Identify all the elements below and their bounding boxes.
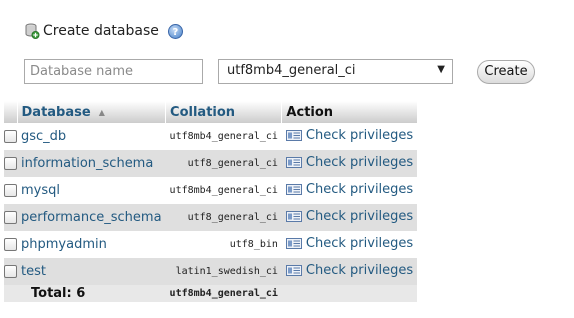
privileges-icon — [285, 238, 302, 249]
table-footer-row: Total: 6 utf8mb4_general_ci — [4, 285, 418, 302]
action-header-label: Action — [286, 104, 334, 120]
collation-header-label[interactable]: Collation — [170, 105, 235, 120]
check-privileges-label[interactable]: Check privileges — [306, 209, 413, 224]
check-privileges-link[interactable]: Check privileges — [285, 182, 413, 197]
collation-value: utf8mb4_general_ci — [165, 123, 282, 150]
table-row: information_schema utf8_general_ci Check… — [4, 150, 418, 177]
row-checkbox[interactable] — [4, 184, 17, 197]
create-database-title: Create database — [43, 23, 159, 39]
check-privileges-label[interactable]: Check privileges — [306, 263, 413, 278]
privileges-icon — [285, 184, 302, 195]
help-icon[interactable]: ? — [167, 23, 183, 39]
database-name-link[interactable]: mysql — [21, 183, 60, 198]
check-privileges-label[interactable]: Check privileges — [306, 128, 413, 143]
check-privileges-label[interactable]: Check privileges — [306, 236, 413, 251]
check-privileges-label[interactable]: Check privileges — [306, 182, 413, 197]
create-database-page: Create database ? utf8mb4_general_ci ▼ C… — [0, 0, 574, 318]
collation-value: utf8_general_ci — [165, 150, 282, 177]
database-name-link[interactable]: test — [21, 264, 46, 279]
row-checkbox[interactable] — [4, 130, 17, 143]
privileges-icon — [285, 211, 302, 222]
privileges-icon — [285, 265, 302, 276]
total-count: Total: 6 — [31, 286, 86, 301]
table-row: test latin1_swedish_ci Check privileges — [4, 258, 418, 285]
table-row: mysql utf8mb4_general_ci Check privilege… — [4, 177, 418, 204]
database-header-label[interactable]: Database — [22, 105, 91, 120]
privileges-icon — [285, 157, 302, 168]
default-collation: utf8mb4_general_ci — [165, 285, 282, 302]
row-checkbox[interactable] — [4, 211, 17, 224]
check-privileges-label[interactable]: Check privileges — [306, 155, 413, 170]
check-privileges-link[interactable]: Check privileges — [285, 236, 413, 251]
databases-table: Database ▲ Collation Action gsc_db utf8mb… — [4, 101, 418, 302]
sort-ascending-icon: ▲ — [98, 107, 105, 117]
collation-value: latin1_swedish_ci — [165, 258, 282, 285]
privileges-icon — [285, 130, 302, 141]
collation-select-value: utf8mb4_general_ci — [227, 63, 356, 78]
collation-column-header[interactable]: Collation — [165, 101, 283, 123]
create-database-header: Create database ? — [24, 21, 183, 41]
collation-value: utf8mb4_general_ci — [165, 177, 282, 204]
check-privileges-link[interactable]: Check privileges — [285, 155, 413, 170]
check-privileges-link[interactable]: Check privileges — [285, 263, 413, 278]
check-privileges-link[interactable]: Check privileges — [285, 128, 413, 143]
database-column-header[interactable]: Database ▲ — [17, 101, 167, 123]
row-checkbox[interactable] — [4, 265, 17, 278]
database-name-link[interactable]: gsc_db — [21, 129, 66, 144]
database-add-icon — [24, 22, 40, 40]
action-column-header: Action — [281, 101, 418, 123]
table-row: gsc_db utf8mb4_general_ci Check privileg… — [4, 123, 418, 150]
database-name-link[interactable]: performance_schema — [21, 210, 162, 225]
table-row: performance_schema utf8_general_ci Check… — [4, 204, 418, 231]
table-row: phpmyadmin utf8_bin Check privileges — [4, 231, 418, 258]
collation-value: utf8_bin — [165, 231, 282, 258]
database-name-link[interactable]: information_schema — [21, 156, 153, 171]
row-checkbox[interactable] — [4, 238, 17, 251]
select-column-header — [4, 101, 18, 123]
collation-value: utf8_general_ci — [165, 204, 282, 231]
row-checkbox[interactable] — [4, 157, 17, 170]
database-name-link[interactable]: phpmyadmin — [21, 237, 107, 252]
check-privileges-link[interactable]: Check privileges — [285, 209, 413, 224]
collation-select[interactable]: utf8mb4_general_ci ▼ — [218, 59, 453, 84]
chevron-down-icon: ▼ — [437, 64, 445, 75]
create-button[interactable]: Create — [477, 60, 535, 84]
database-name-input[interactable] — [24, 59, 203, 84]
table-header-row: Database ▲ Collation Action — [4, 101, 418, 123]
